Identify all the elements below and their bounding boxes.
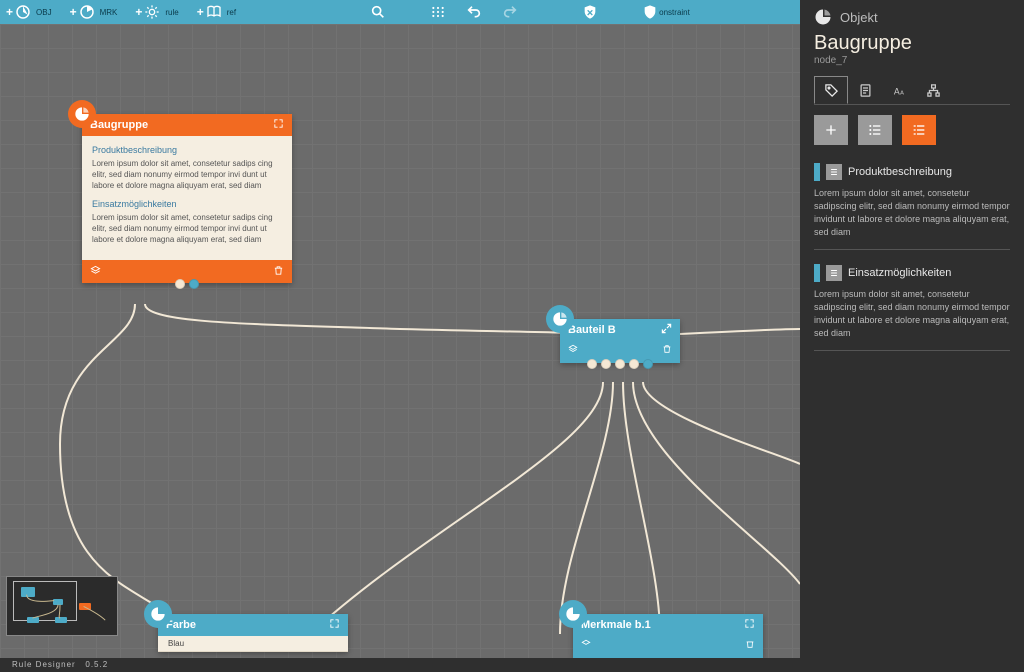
port[interactable] (587, 359, 597, 369)
node-farbe[interactable]: Farbe Blau (158, 614, 348, 652)
panel-button-row (814, 115, 1010, 145)
panel-tabs: AA (814, 76, 1010, 105)
panel-title: Baugruppe (814, 32, 1010, 55)
tool-label: MRK (100, 8, 118, 17)
layers-icon[interactable] (568, 341, 578, 359)
layers-icon[interactable] (581, 636, 591, 654)
svg-text:A: A (900, 90, 904, 96)
side-panel: Objekt Baugruppe node_7 AA (800, 0, 1024, 672)
tab-tag[interactable] (814, 76, 848, 104)
node-list: Blau (158, 636, 348, 652)
panel-type-label: Objekt (840, 10, 878, 25)
app-name: Rule Designer (12, 660, 76, 669)
drag-handle-icon[interactable] (814, 264, 820, 282)
canvas[interactable]: Baugruppe Produktbeschreibung Lorem ipsu… (0, 24, 800, 658)
undo-button[interactable] (466, 4, 482, 20)
node-baugruppe[interactable]: Baugruppe Produktbeschreibung Lorem ipsu… (82, 114, 292, 283)
panel-section-body: Lorem ipsum dolor sit amet, consetetur s… (814, 288, 1010, 340)
doc-icon (826, 265, 842, 281)
section-title: Einsatzmöglichkeiten (92, 198, 282, 210)
node-title: Farbe (166, 619, 196, 631)
node-bauteil-b[interactable]: Bauteil B (560, 319, 680, 363)
sun-icon (144, 4, 160, 20)
search-button[interactable] (370, 4, 386, 20)
tab-doc[interactable] (848, 76, 882, 104)
add-button[interactable] (814, 115, 848, 145)
app-version: 0.5.2 (85, 660, 108, 669)
node-title: Baugruppe (90, 119, 148, 131)
node-title: Bauteil B (568, 324, 616, 336)
tool-label: OBJ (36, 8, 52, 17)
port[interactable] (615, 359, 625, 369)
panel-section: Einsatzmöglichkeiten Lorem ipsum dolor s… (814, 264, 1010, 351)
panel-section-body: Lorem ipsum dolor sit amet, consetetur s… (814, 187, 1010, 239)
panel-section-title: Produktbeschreibung (848, 166, 952, 178)
pie-icon (559, 600, 587, 628)
redo-button[interactable] (502, 4, 518, 20)
port[interactable] (643, 359, 653, 369)
collapse-icon[interactable] (329, 618, 340, 632)
trash-icon[interactable] (662, 341, 672, 359)
panel-section: Produktbeschreibung Lorem ipsum dolor si… (814, 163, 1010, 250)
drag-handle-icon[interactable] (814, 163, 820, 181)
svg-text:A: A (893, 86, 899, 96)
tool-add-rule[interactable]: + rule (135, 4, 178, 20)
section-title: Produktbeschreibung (92, 144, 282, 156)
pie-icon (68, 100, 96, 128)
pie-icon (15, 4, 31, 20)
tool-add-ref[interactable]: + ref (197, 4, 236, 20)
grid-button[interactable] (430, 4, 446, 20)
book-icon (206, 4, 222, 20)
section-body: Lorem ipsum dolor sit amet, consetetur s… (92, 159, 282, 190)
panel-node-id: node_7 (814, 55, 1010, 66)
tab-tree[interactable] (916, 76, 950, 104)
port[interactable] (175, 279, 185, 289)
list-lines-button[interactable] (902, 115, 936, 145)
list-dots-button[interactable] (858, 115, 892, 145)
port[interactable] (629, 359, 639, 369)
panel-type: Objekt (814, 8, 1010, 26)
port[interactable] (601, 359, 611, 369)
tab-font[interactable]: AA (882, 76, 916, 104)
panel-section-title: Einsatzmöglichkeiten (848, 267, 951, 279)
collapse-icon[interactable] (273, 118, 284, 132)
doc-icon (826, 164, 842, 180)
constraint-label: onstraint (659, 8, 690, 17)
pie-icon (79, 4, 95, 20)
trash-icon[interactable] (745, 636, 755, 654)
pie-icon (546, 305, 574, 333)
tool-label: ref (227, 8, 236, 17)
port[interactable] (189, 279, 199, 289)
shield-x-button[interactable] (582, 4, 598, 20)
constraint-button[interactable]: onstraint (642, 4, 690, 20)
pie-icon (144, 600, 172, 628)
minimap[interactable] (6, 576, 118, 636)
tool-add-mrk[interactable]: + MRK (70, 4, 118, 20)
node-merkmale[interactable]: Merkmale b.1 (573, 614, 763, 658)
collapse-icon[interactable] (744, 618, 755, 632)
tool-add-obj[interactable]: + OBJ (6, 4, 52, 20)
tool-label: rule (165, 8, 178, 17)
section-body: Lorem ipsum dolor sit amet, consetetur s… (92, 213, 282, 244)
node-title: Merkmale b.1 (581, 619, 651, 631)
expand-icon[interactable] (661, 323, 672, 337)
list-item: Blau (158, 636, 348, 652)
